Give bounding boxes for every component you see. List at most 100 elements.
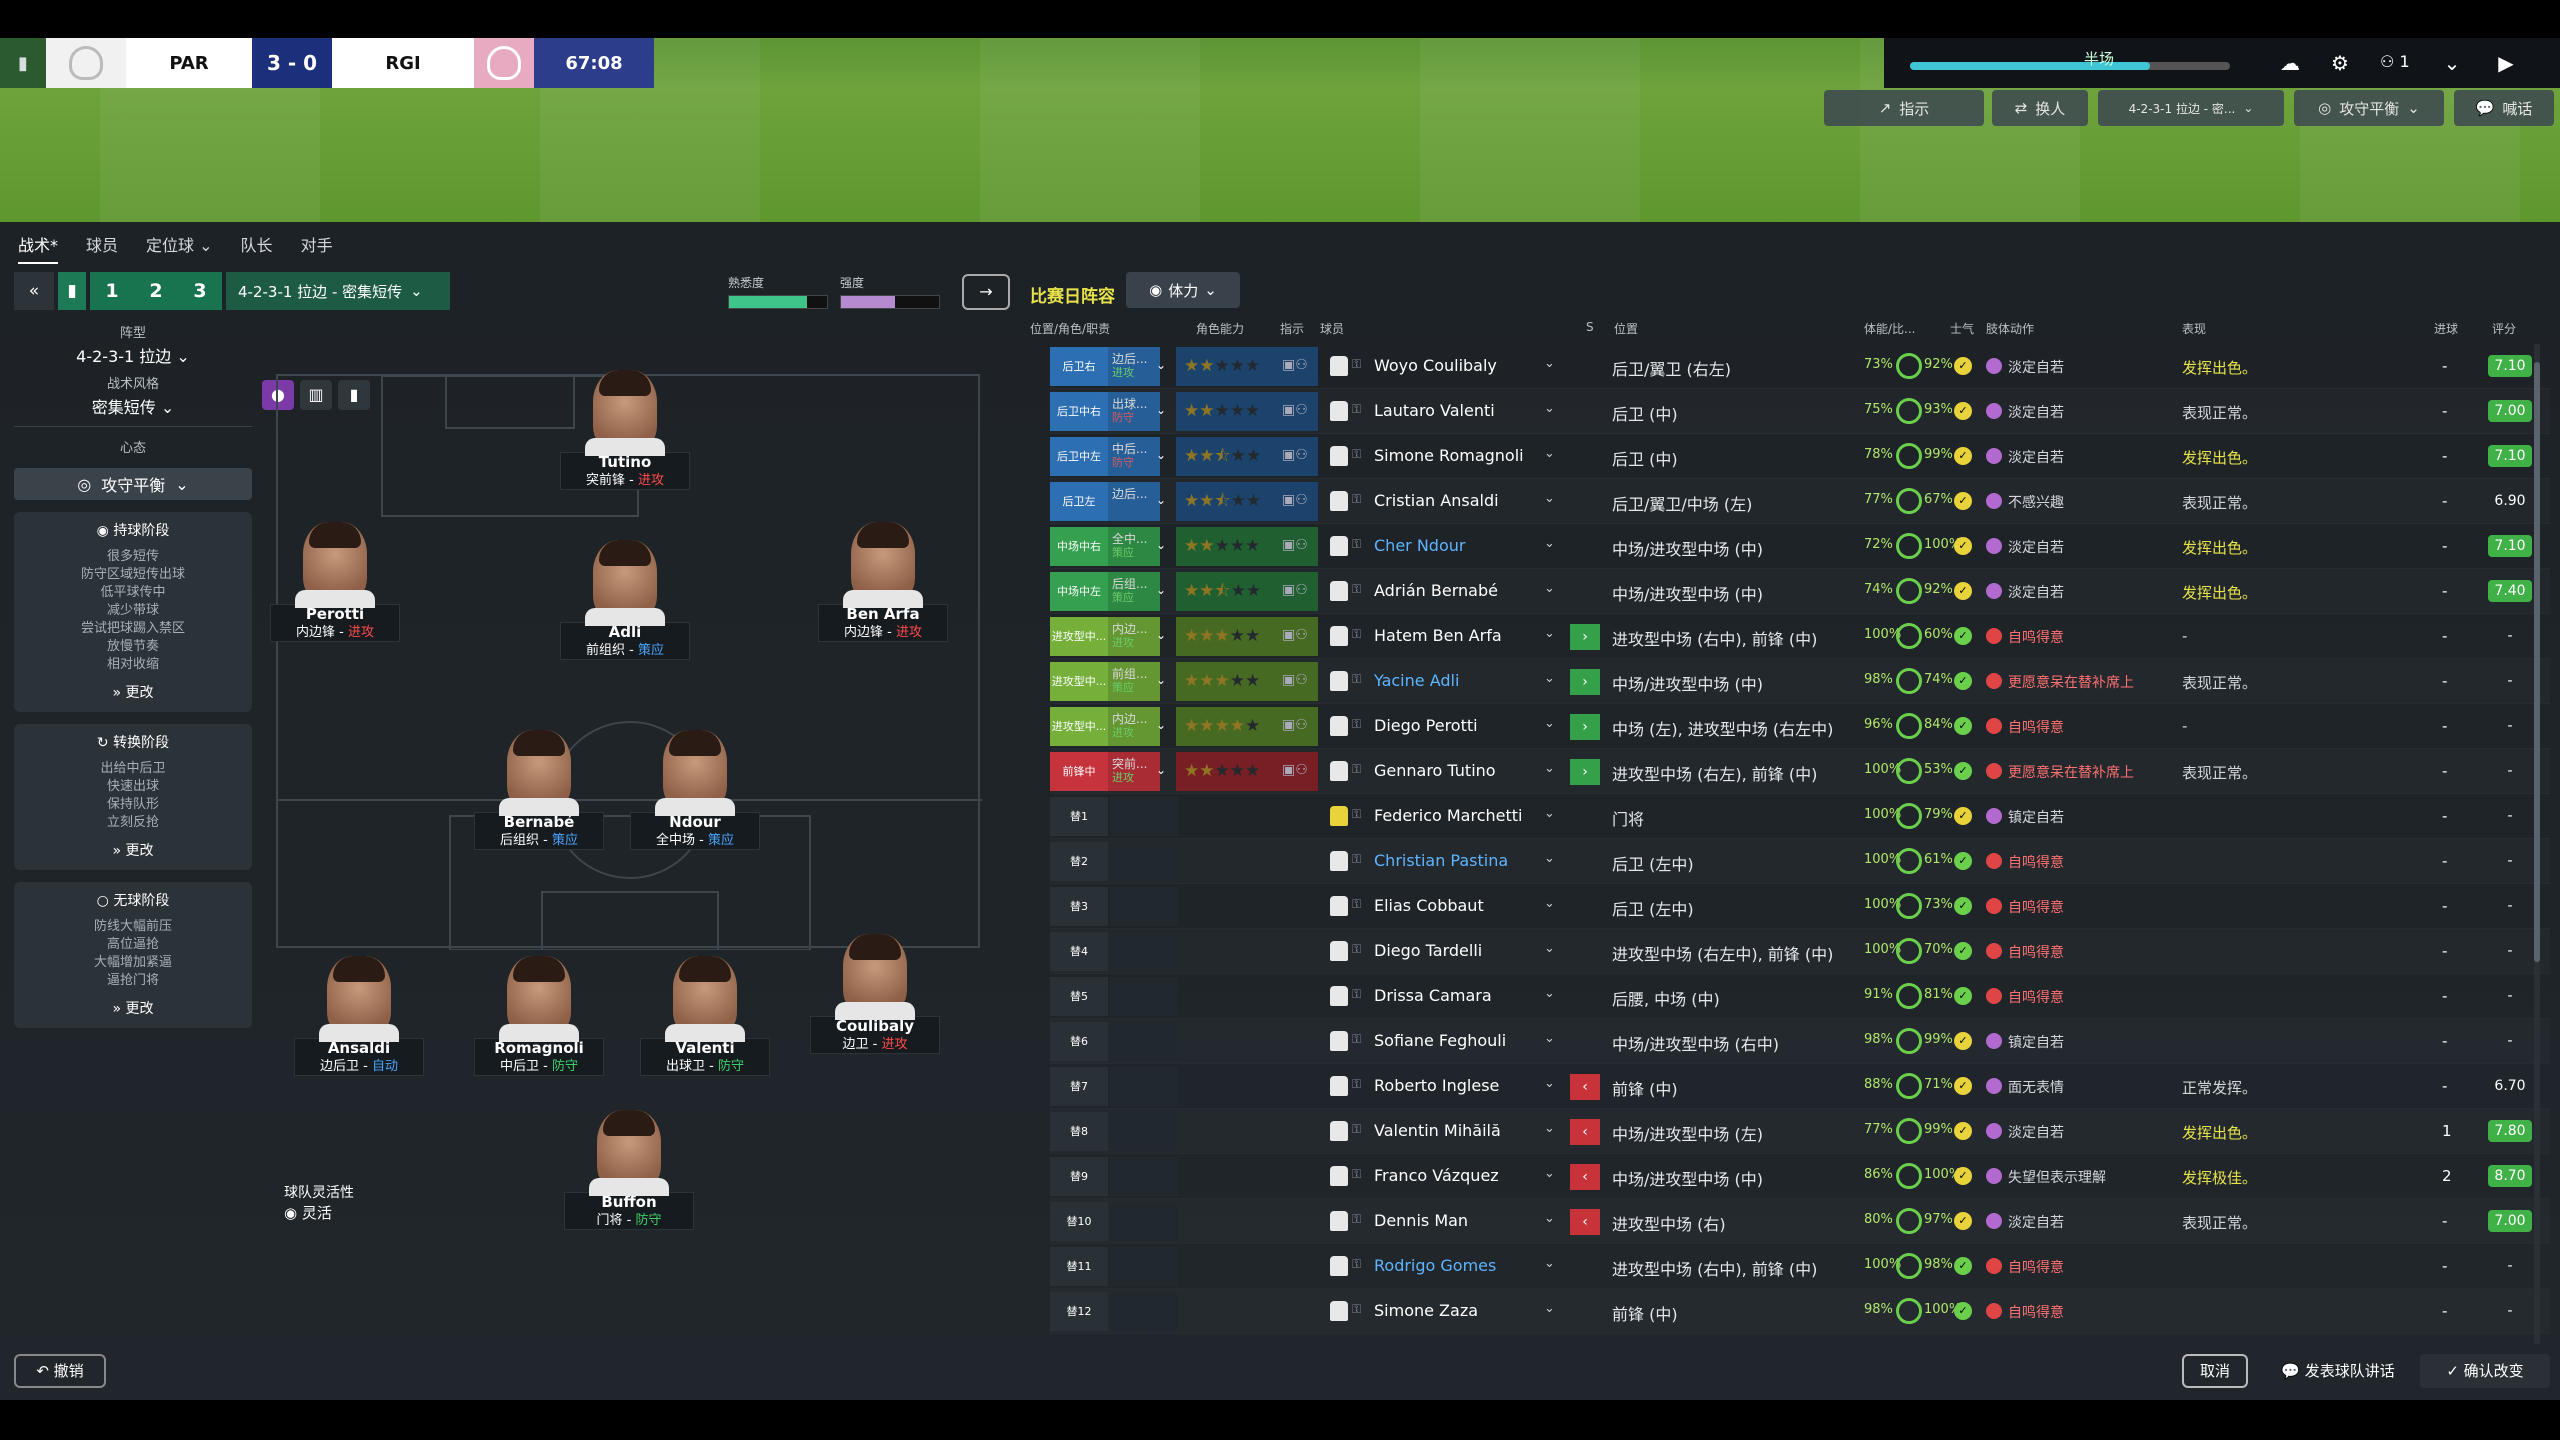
pitch-player[interactable]: Coulibaly 边卫 - 进攻 [810,934,940,1054]
instructions-icon[interactable]: ▣⚇ [1282,402,1308,418]
lock-icon[interactable]: ⚿ [1352,1167,1361,1182]
role-tag[interactable]: 内边... 进攻 [1108,617,1160,656]
lock-icon[interactable]: ⚿ [1352,1212,1361,1227]
lock-icon[interactable]: ⚿ [1352,582,1361,597]
col-s[interactable]: S [1586,320,1594,334]
chevron-down-icon[interactable]: ⌄ [1156,718,1166,732]
team-talk-button[interactable]: 💬 发表球队讲话 [2262,1354,2414,1388]
table-row[interactable]: 替3 ⚿ Elias Cobbaut ⌄ 后卫 (左中) 100% 73% ✓ 自鸣得意 - - [1050,884,2550,929]
chevron-down-icon[interactable]: ⌄ [1544,491,1555,506]
position-tag[interactable]: 进攻型中... [1050,617,1108,656]
lock-icon[interactable]: ⚿ [1352,942,1361,957]
lock-icon[interactable]: ⚿ [1352,1257,1361,1272]
tab-tactics[interactable]: 战术* [18,232,59,264]
table-row[interactable]: 进攻型中... 内边... 进攻 ⌄ ★★★★★ ▣⚇ ⚿ Hatem Ben Arfa ⌄ › 进… [1050,614,2550,659]
sub-in-icon[interactable]: › [1570,759,1600,785]
position-tag[interactable]: 后卫左 [1050,482,1108,521]
role-tag[interactable]: 突前... 进攻 [1108,752,1160,791]
back-icon[interactable]: « [14,272,54,310]
position-tag[interactable]: 中场中右 [1050,527,1108,566]
chevron-down-icon[interactable]: ⌄ [1544,1166,1555,1181]
player-name[interactable]: Federico Marchetti [1374,806,1522,825]
table-row[interactable]: 替4 ⚿ Diego Tardelli ⌄ 进攻型中场 (右左中), 前锋 (中) 100… [1050,929,2550,974]
lock-icon[interactable]: ⚿ [1352,762,1361,777]
instructions-icon[interactable]: ▣⚇ [1282,537,1308,553]
player-name[interactable]: Sofiane Feghouli [1374,1031,1506,1050]
instructions-icon[interactable]: ▣⚇ [1282,762,1308,778]
formation-dropdown[interactable]: 4-2-3-1 拉边 ⌄ [14,343,252,367]
pitch-player[interactable]: Perotti 内边锋 - 进攻 [270,522,400,642]
tactic-slot-3[interactable]: 3 [193,280,206,302]
role-tag[interactable]: 边后... 进攻 [1108,347,1160,386]
table-row[interactable]: 后卫左 边后... ⌄ ★★⯪★★ ▣⚇ ⚿ Cristian Ansaldi ⌄ 后卫/翼卫/… [1050,479,2550,524]
col-performance[interactable]: 表现 [2182,320,2206,337]
lock-icon[interactable]: ⚿ [1352,807,1361,822]
cancel-button[interactable]: 取消 [2182,1354,2248,1388]
position-tag[interactable]: 替8 [1050,1112,1108,1151]
position-tag[interactable]: 替12 [1050,1292,1108,1331]
chevron-down-icon[interactable]: ⌄ [1544,356,1555,371]
tactic-name-dropdown[interactable]: 4-2-3-1 拉边 - 密集短传 ⌄ [226,272,450,310]
gear-icon[interactable]: ⚙ [2322,48,2358,78]
player-name[interactable]: Adrián Bernabé [1374,581,1498,600]
chevron-down-icon[interactable]: ⌄ [1544,1076,1555,1091]
lock-icon[interactable]: ⚿ [1352,357,1361,372]
confirm-changes-button[interactable]: ✓ 确认改变 [2420,1354,2550,1388]
lock-icon[interactable]: ⚿ [1352,402,1361,417]
position-tag[interactable]: 后卫右 [1050,347,1108,386]
instructions-icon[interactable]: ▣⚇ [1282,582,1308,598]
mentality-dropdown[interactable]: ◎ 攻守平衡 ⌄ [14,468,252,500]
position-tag[interactable]: 替3 [1050,887,1108,926]
chevron-down-icon[interactable]: ⌄ [1544,716,1555,731]
position-tag[interactable]: 替5 [1050,977,1108,1016]
lock-icon[interactable]: ⚿ [1352,1077,1361,1092]
table-row[interactable]: 后卫右 边后... 进攻 ⌄ ★★★★★ ▣⚇ ⚿ Woyo Coulibaly ⌄ 后卫/翼卫 … [1050,344,2550,389]
chevron-down-icon[interactable]: ⌄ [1544,1301,1555,1316]
player-name[interactable]: Drissa Camara [1374,986,1492,1005]
table-row[interactable]: 替2 ⚿ Christian Pastina ⌄ 后卫 (左中) 100% 61% ✓ 自鸣得意… [1050,839,2550,884]
sub-out-icon[interactable]: ‹ [1570,1164,1600,1190]
pitch-player[interactable]: Tutino 突前锋 - 进攻 [560,370,690,490]
play-icon[interactable]: ▶ [2488,48,2524,78]
position-tag[interactable]: 前锋中 [1050,752,1108,791]
table-row[interactable]: 中场中右 全中... 策应 ⌄ ★★★★★ ▣⚇ ⚿ Cher Ndour ⌄ 中场/进攻型中场 … [1050,524,2550,569]
formation-button[interactable]: 4-2-3-1 拉边 - 密... ⌄ [2098,90,2284,126]
scrollbar-thumb[interactable] [2534,362,2540,962]
chevron-down-icon[interactable]: ⌄ [1544,401,1555,416]
chevron-down-icon[interactable]: ⌄ [1156,673,1166,687]
stamina-view-dropdown[interactable]: ◉ 体力 ⌄ [1126,272,1240,308]
speed-slider[interactable] [1910,62,2230,70]
chevron-down-icon[interactable]: ⌄ [1544,1256,1555,1271]
player-name[interactable]: Lautaro Valenti [1374,401,1495,420]
position-tag[interactable]: 后卫中右 [1050,392,1108,431]
table-row[interactable]: 后卫中左 中后... 防守 ⌄ ★★⯪★★ ▣⚇ ⚿ Simone Romagnoli ⌄ 后卫 … [1050,434,2550,479]
role-tag[interactable]: 全中... 策应 [1108,527,1160,566]
pitch-player[interactable]: Buffon 门将 - 防守 [564,1110,694,1230]
table-row[interactable]: 替1 ⚿ Federico Marchetti ⌄ 门将 100% 79% ✓ 镇定自若 - - [1050,794,2550,839]
lock-icon[interactable]: ⚿ [1352,1122,1361,1137]
instructions-icon[interactable]: ▣⚇ [1282,672,1308,688]
chevron-down-icon[interactable]: ⌄ [1544,626,1555,641]
player-name[interactable]: Cristian Ansaldi [1374,491,1499,510]
position-tag[interactable]: 替1 [1050,797,1108,836]
lock-icon[interactable]: ⚿ [1352,987,1361,1002]
chevron-down-icon[interactable]: ⌄ [1156,448,1166,462]
table-row[interactable]: 后卫中右 出球... 防守 ⌄ ★★★★★ ▣⚇ ⚿ Lautaro Valenti ⌄ 后卫 (… [1050,389,2550,434]
position-tag[interactable]: 替10 [1050,1202,1108,1241]
col-instructions[interactable]: 指示 [1280,320,1304,337]
col-body-language[interactable]: 肢体动作 [1986,320,2034,337]
player-name[interactable]: Simone Zaza [1374,1301,1478,1320]
chevron-down-icon[interactable]: ⌄ [2434,48,2470,78]
col-goals[interactable]: 进球 [2434,320,2458,337]
chevron-down-icon[interactable]: ⌄ [1544,1211,1555,1226]
player-name[interactable]: Valentin Mihăilă [1374,1121,1501,1140]
pitch-player[interactable]: Ben Arfa 内边锋 - 进攻 [818,522,948,642]
position-tag[interactable]: 替9 [1050,1157,1108,1196]
player-name[interactable]: Roberto Inglese [1374,1076,1499,1095]
chevron-down-icon[interactable]: ⌄ [1544,851,1555,866]
lock-icon[interactable]: ⚿ [1352,672,1361,687]
player-name[interactable]: Cher Ndour [1374,536,1465,555]
player-name[interactable]: Franco Vázquez [1374,1166,1499,1185]
table-row[interactable]: 替6 ⚿ Sofiane Feghouli ⌄ 中场/进攻型中场 (右中) 98% 99% ✓… [1050,1019,2550,1064]
col-rating[interactable]: 评分 [2492,320,2516,337]
